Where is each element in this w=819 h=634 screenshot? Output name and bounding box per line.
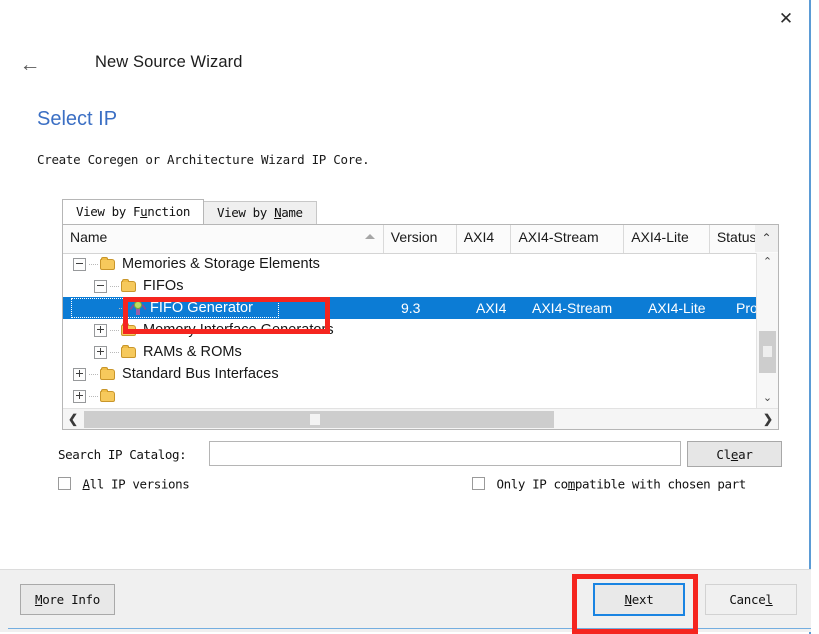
cell-version: 9.3 — [401, 300, 421, 316]
page-title: Select IP — [37, 108, 118, 130]
tree-line — [119, 307, 128, 309]
search-input[interactable] — [209, 441, 681, 466]
table-row-label: RAMs & ROMs — [143, 344, 242, 360]
tree-line — [89, 373, 98, 375]
table-row-label: FIFOs — [143, 278, 184, 294]
vertical-scroll-thumb[interactable] — [759, 331, 776, 373]
column-header-axi4-lite[interactable]: AXI4-Lite — [624, 225, 710, 253]
scroll-left-icon[interactable]: ❮ — [63, 409, 83, 429]
folder-icon — [100, 389, 117, 403]
table-row[interactable]: FIFOs — [63, 275, 757, 297]
horizontal-scroll-thumb[interactable] — [84, 411, 554, 428]
close-icon[interactable]: ✕ — [773, 6, 799, 30]
dialog-footer: More Info Next Cancel — [0, 569, 811, 632]
table-row-label: Standard Bus Interfaces — [122, 366, 279, 382]
page-description: Create Coregen or Architecture Wizard IP… — [37, 152, 370, 167]
all-ip-versions-checkbox-row[interactable]: All IP versions — [58, 475, 190, 495]
compatible-only-checkbox-row[interactable]: Only IP compatible with chosen part — [472, 475, 746, 495]
folder-icon — [100, 367, 117, 381]
all-ip-versions-checkbox[interactable] — [58, 477, 71, 491]
table-row-label: Memories & Storage Elements — [122, 256, 320, 272]
next-button[interactable]: Next — [593, 583, 685, 616]
table-row[interactable]: RAMs & ROMs — [63, 341, 757, 363]
compatible-only-checkbox[interactable] — [472, 477, 485, 491]
cell-axi4-stream: AXI4-Stream — [532, 300, 613, 316]
expander-expand-icon[interactable] — [73, 389, 86, 403]
cell-axi4-lite: AXI4-Lite — [648, 300, 706, 316]
table-horizontal-scrollbar[interactable]: ❮ ❯ — [63, 408, 778, 429]
expander-expand-icon[interactable] — [94, 323, 107, 337]
compatible-only-label: Only IP compatible with chosen part — [496, 476, 746, 492]
column-header-axi4[interactable]: AXI4 — [457, 225, 512, 253]
column-header-chevron-icon[interactable]: ⌃ — [755, 225, 778, 252]
table-row-partial[interactable] — [63, 385, 757, 407]
table-header-row: Name Version AXI4 AXI4-Stream AXI4-Lite … — [63, 225, 778, 254]
table-row-label: Memory Interface Generators — [143, 322, 334, 338]
folder-icon — [121, 279, 138, 293]
tree-line — [89, 395, 98, 397]
cancel-button[interactable]: Cancel — [705, 584, 797, 615]
column-header-name-label: Name — [70, 229, 108, 245]
folder-icon — [121, 323, 138, 337]
table-row[interactable]: Memory Interface Generators — [63, 319, 757, 341]
folder-icon — [100, 257, 117, 271]
tree-line — [110, 329, 119, 331]
ip-catalog-table: Name Version AXI4 AXI4-Stream AXI4-Lite … — [62, 224, 779, 430]
table-row-cells: 9.3 AXI4 AXI4-Stream AXI4-Lite Produ — [394, 297, 757, 319]
ip-core-icon — [129, 300, 147, 316]
clear-button[interactable]: Clear — [687, 441, 782, 467]
expander-expand-icon[interactable] — [73, 367, 86, 381]
wizard-title: New Source Wizard — [95, 53, 243, 71]
scroll-down-icon[interactable]: ⌄ — [757, 389, 778, 408]
table-row-label: FIFO Generator — [150, 300, 254, 316]
search-label: Search IP Catalog: — [58, 447, 187, 462]
title-bar: ✕ — [0, 0, 811, 34]
table-row[interactable]: Standard Bus Interfaces — [63, 363, 757, 385]
tab-view-by-function[interactable]: View by Function — [62, 199, 205, 224]
table-vertical-scrollbar[interactable]: ⌃ ⌄ — [756, 253, 778, 408]
bottom-accent-line — [8, 628, 811, 629]
more-info-button[interactable]: More Info — [20, 584, 115, 615]
scroll-right-icon[interactable]: ❯ — [758, 409, 778, 429]
tab-view-by-name[interactable]: View by Name — [203, 201, 317, 224]
table-row-selected[interactable]: FIFO Generator 9.3 AXI4 AXI4-Stream AXI4… — [63, 297, 757, 319]
table-body: Memories & Storage Elements FIFOs FIFO G… — [63, 253, 757, 408]
cell-axi4: AXI4 — [476, 300, 507, 316]
cell-status: Produ — [736, 300, 757, 316]
expander-collapse-icon[interactable] — [73, 257, 86, 271]
column-header-axi4-stream[interactable]: AXI4-Stream — [511, 225, 625, 253]
column-header-version[interactable]: Version — [384, 225, 457, 253]
folder-icon — [121, 345, 138, 359]
table-row[interactable]: Memories & Storage Elements — [63, 253, 757, 275]
scroll-up-icon[interactable]: ⌃ — [757, 253, 778, 272]
back-arrow-icon[interactable]: ← — [18, 54, 42, 76]
view-tabs: View by Function View by Name — [62, 199, 317, 224]
column-header-name[interactable]: Name — [63, 225, 384, 253]
new-source-wizard-dialog: ✕ ← New Source Wizard Select IP Create C… — [0, 0, 811, 634]
sort-ascending-icon — [364, 234, 375, 239]
wizard-header: ← New Source Wizard — [0, 46, 811, 84]
tree-line — [110, 351, 119, 353]
all-ip-versions-label: All IP versions — [82, 476, 190, 492]
expander-collapse-icon[interactable] — [94, 279, 107, 293]
tree-line — [110, 285, 119, 287]
expander-expand-icon[interactable] — [94, 345, 107, 359]
tree-line — [89, 263, 98, 265]
